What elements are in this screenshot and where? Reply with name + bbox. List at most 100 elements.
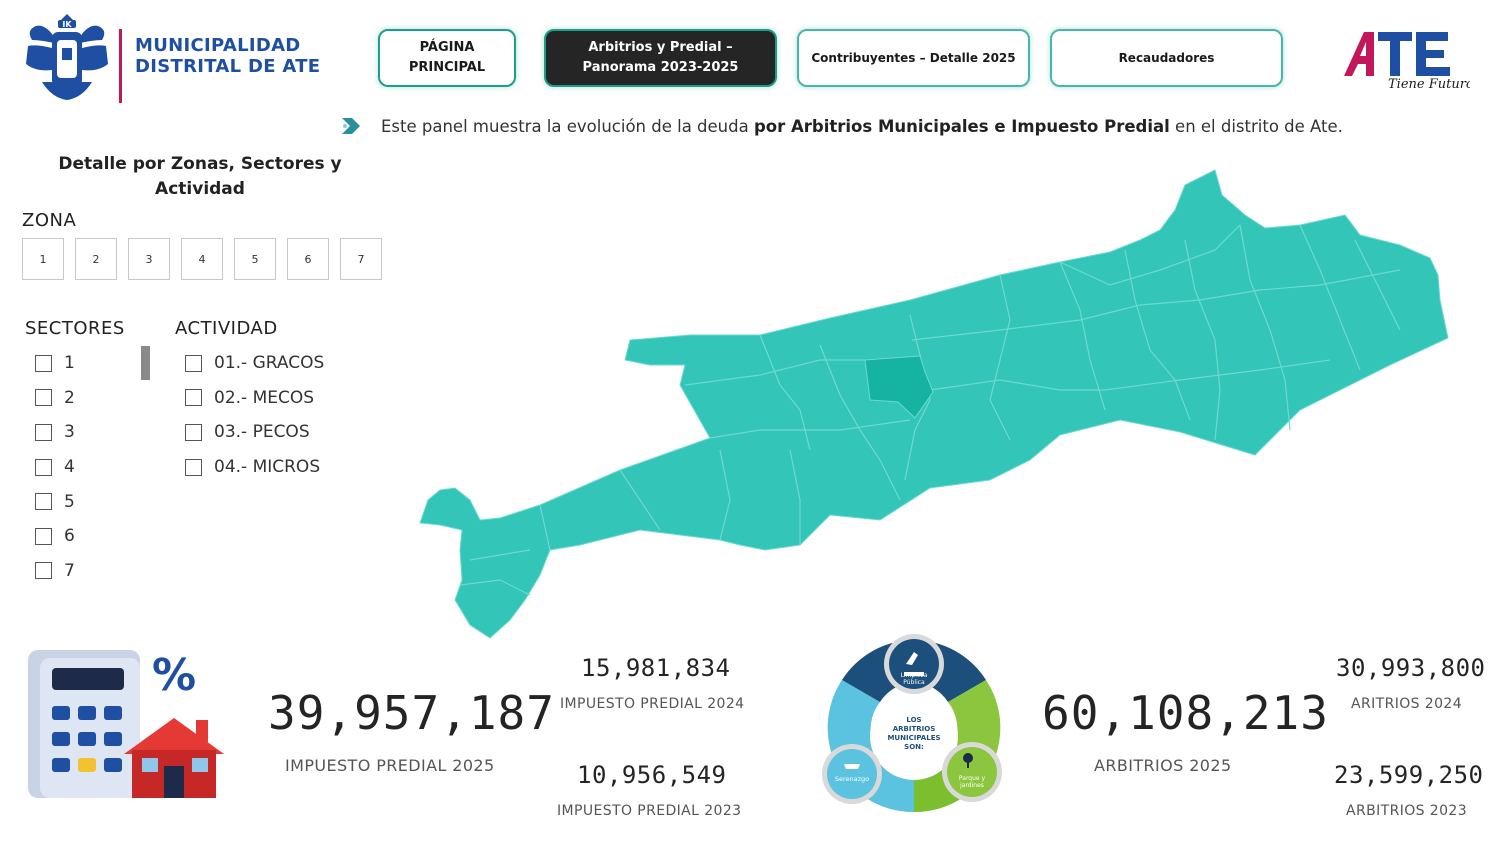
actividad-option-label: 02.- MECOS	[214, 387, 315, 408]
brand-tagline: Tiene Futuro	[1388, 77, 1470, 92]
actividad-option-label: 01.- GRACOS	[214, 353, 325, 374]
nav-label-line1: PÁGINA	[419, 40, 475, 55]
map-outline	[419, 169, 1449, 639]
actividad-slicer: 01.- GRACOS 02.- MECOS 03.- PECOS 04.- M…	[185, 346, 324, 484]
checkbox[interactable]	[35, 458, 52, 476]
sector-option-5[interactable]: 5	[35, 484, 75, 519]
predial-2023-value: 10,956,549	[577, 761, 727, 789]
wheel-item2: Serenazgo	[835, 775, 869, 783]
sector-option-3[interactable]: 3	[35, 415, 75, 450]
sectores-label: SECTORES	[25, 318, 125, 339]
actividad-label: ACTIVIDAD	[175, 318, 278, 339]
nav-contribuyentes-button[interactable]: Contribuyentes – Detalle 2025	[797, 29, 1030, 87]
org-name-line1: MUNICIPALIDAD	[135, 35, 301, 56]
arbitrios-2023-value: 23,599,250	[1334, 761, 1484, 789]
zona-label: ZONA	[22, 210, 77, 231]
sector-option-label: 4	[64, 457, 75, 478]
arbitrios-2025-label: ARBITRIOS 2025	[1094, 756, 1232, 775]
description-text-end: en el distrito de Ate.	[1169, 117, 1343, 136]
zona-slicer: 1 2 3 4 5 6 7	[22, 238, 382, 280]
filter-title-line1: Detalle por Zonas, Sectores y	[58, 154, 342, 174]
checkbox[interactable]	[35, 562, 52, 580]
predial-2025-value: 39,957,187	[268, 686, 555, 740]
zona-button-1[interactable]: 1	[22, 238, 64, 280]
municipal-crest-icon: IK	[26, 14, 108, 100]
wheel-center-line2: ARBITRIOS	[893, 725, 936, 733]
sector-option-label: 2	[64, 387, 75, 408]
org-name-line2: DISTRITAL DE ATE	[135, 56, 321, 77]
sector-option-label: 6	[64, 526, 75, 547]
district-map[interactable]	[410, 165, 1455, 645]
wheel-item3-line2: jardines	[959, 782, 984, 789]
nav-label-line2: PRINCIPAL	[408, 60, 486, 75]
predial-2024-label: IMPUESTO PREDIAL 2024	[560, 696, 745, 712]
checkbox[interactable]	[35, 527, 52, 545]
wheel-item1-line2: Pública	[903, 679, 925, 686]
wheel-item1-line1: Limpieza	[901, 672, 928, 679]
nav-recaudadores-button[interactable]: Recaudadores	[1050, 29, 1283, 87]
svg-text:IK: IK	[62, 20, 72, 29]
arbitrios-2025-value: 60,108,213	[1042, 686, 1329, 740]
checkbox[interactable]	[35, 423, 52, 441]
checkbox[interactable]	[185, 389, 202, 407]
nav-label-line1: Arbitrios y Predial –	[588, 40, 733, 55]
sector-option-4[interactable]: 4	[35, 450, 75, 485]
wheel-center-line1: LOS	[906, 716, 921, 724]
checkbox[interactable]	[35, 493, 52, 511]
predial-2025-label: IMPUESTO PREDIAL 2025	[285, 756, 495, 775]
nav-label-line2: Panorama 2023-2025	[582, 60, 739, 75]
predial-2023-label: IMPUESTO PREDIAL 2023	[557, 803, 742, 819]
arrow-right-icon	[342, 118, 360, 134]
panel-description: Este panel muestra la evolución de la de…	[381, 117, 1343, 136]
nav-label: Contribuyentes – Detalle 2025	[811, 51, 1016, 65]
ate-brand-logo: Tiene Futuro	[1344, 32, 1470, 92]
logo-divider	[119, 29, 122, 103]
filter-title-line2: Actividad	[155, 179, 245, 199]
svg-text:%: %	[152, 650, 196, 701]
sector-option-label: 3	[64, 422, 75, 443]
actividad-option-gracos[interactable]: 01.- GRACOS	[185, 346, 324, 381]
park-icon	[963, 753, 973, 763]
nav-pagina-principal-button[interactable]: PÁGINA PRINCIPAL	[378, 29, 516, 87]
actividad-option-label: 04.- MICROS	[214, 457, 321, 478]
arbitrios-services-wheel: LOS ARBITRIOS MUNICIPALES SON: Limpieza …	[822, 634, 1002, 814]
sectores-scrollbar[interactable]	[141, 346, 150, 380]
checkbox[interactable]	[35, 354, 52, 372]
zona-button-6[interactable]: 6	[287, 238, 329, 280]
arbitrios-2024-value: 30,993,800	[1336, 654, 1486, 682]
nav-arbitrios-predial-button[interactable]: Arbitrios y Predial – Panorama 2023-2025	[544, 29, 777, 87]
sector-option-2[interactable]: 2	[35, 381, 75, 416]
zona-button-2[interactable]: 2	[75, 238, 117, 280]
description-bold-text: por Arbitrios Municipales e Impuesto Pre…	[753, 117, 1170, 136]
wheel-item3-line1: Parque y	[959, 775, 986, 782]
zona-button-5[interactable]: 5	[234, 238, 276, 280]
nav-label: Recaudadores	[1118, 51, 1215, 65]
sectores-slicer: 1 2 3 4 5 6 7	[35, 346, 75, 588]
actividad-option-mecos[interactable]: 02.- MECOS	[185, 381, 324, 416]
org-name: MUNICIPALIDAD DISTRITAL DE ATE	[135, 35, 320, 77]
actividad-option-pecos[interactable]: 03.- PECOS	[185, 415, 324, 450]
guard-icon	[844, 764, 860, 769]
calculator-house-icon: %	[28, 650, 224, 798]
predial-2024-value: 15,981,834	[581, 654, 731, 682]
arbitrios-2024-label: ARITRIOS 2024	[1351, 696, 1463, 712]
actividad-option-label: 03.- PECOS	[214, 422, 310, 443]
actividad-option-micros[interactable]: 04.- MICROS	[185, 450, 324, 485]
description-text: Este panel muestra la evolución de la de…	[381, 117, 754, 136]
checkbox[interactable]	[185, 423, 202, 441]
wheel-center-line4: SON:	[904, 743, 924, 751]
sector-option-1[interactable]: 1	[35, 346, 75, 381]
checkbox[interactable]	[35, 389, 52, 407]
sector-option-7[interactable]: 7	[35, 554, 75, 589]
sector-option-label: 5	[64, 491, 75, 512]
sector-option-6[interactable]: 6	[35, 519, 75, 554]
zona-button-4[interactable]: 4	[181, 238, 223, 280]
zona-button-7[interactable]: 7	[340, 238, 382, 280]
wheel-center-line3: MUNICIPALES	[887, 734, 940, 742]
checkbox[interactable]	[185, 354, 202, 372]
zona-button-3[interactable]: 3	[128, 238, 170, 280]
sector-option-label: 7	[64, 560, 75, 581]
arbitrios-2023-label: ARBITRIOS 2023	[1346, 803, 1468, 819]
filter-title: Detalle por Zonas, Sectores y Actividad	[40, 152, 360, 202]
checkbox[interactable]	[185, 458, 202, 476]
